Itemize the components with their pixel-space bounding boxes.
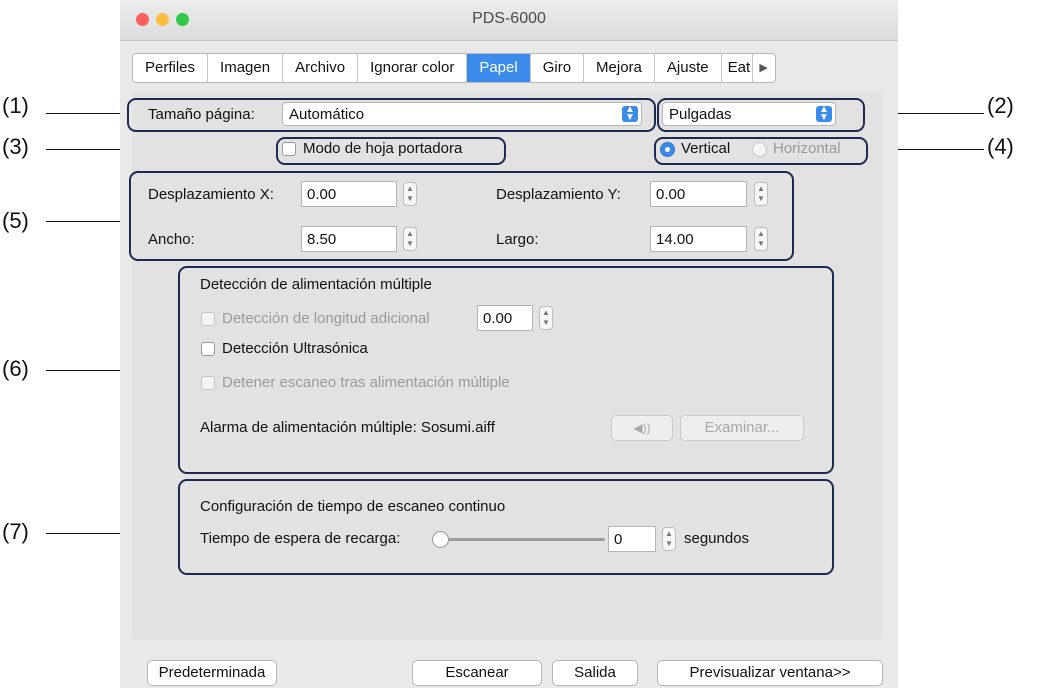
callout-5-line [46,221,129,222]
reload-label: Tiempo de espera de recarga: [200,530,401,547]
browse-button[interactable]: Examinar... [680,415,804,441]
tab-truncated[interactable]: Eat [722,54,753,82]
alarm-label: Alarma de alimentación múltiple: Sosumi.… [200,419,495,436]
tab-bar: Perfiles Imagen Archivo Ignorar color Pa… [132,53,776,83]
carrier-label: Modo de hoja portadora [303,140,463,157]
offset-x-label: Desplazamiento X: [148,186,274,203]
continuous-heading: Configuración de tiempo de escaneo conti… [200,498,506,515]
multifeed-group [178,266,834,474]
default-button[interactable]: Predeterminada [147,660,277,686]
tab-archivo[interactable]: Archivo [283,54,359,82]
exit-button[interactable]: Salida [552,660,638,686]
reload-stepper[interactable]: ▲ ▼ [662,527,676,551]
callout-4: (4) [987,134,1014,159]
chevron-updown-icon: ▲ ▼ [816,105,832,123]
horizontal-label: Horizontal [773,140,841,157]
length-stepper[interactable]: ▲ ▼ [754,227,768,251]
window-title: PDS-6000 [472,10,546,27]
tab-perfiles[interactable]: Perfiles [133,54,209,82]
tab-ignorar-color[interactable]: Ignorar color [358,54,468,82]
page-size-value: Automático [289,106,365,123]
chevron-updown-icon: ▲ ▼ [622,105,638,123]
callout-7: (7) [2,519,29,544]
ultrasonic-label: Detección Ultrasónica [222,340,368,357]
tab-giro[interactable]: Giro [531,54,585,82]
tab-imagen[interactable]: Imagen [208,54,284,82]
callout-3: (3) [2,134,29,159]
scan-button[interactable]: Escanear [412,660,542,686]
length-field[interactable]: 14.00 [650,226,747,252]
tab-scroll-right-icon[interactable]: ▶ [753,54,775,82]
reload-field[interactable]: 0 [608,526,656,552]
width-label: Ancho: [148,231,195,248]
ultrasonic-checkbox[interactable] [201,342,215,356]
play-sound-button[interactable]: ◀)) [611,415,673,441]
offset-y-stepper[interactable]: ▲ ▼ [754,182,768,206]
callout-6: (6) [2,356,29,381]
callout-1-line [46,113,127,114]
stop-scan-label: Detener escaneo tras alimentación múltip… [222,374,510,391]
reload-slider-track[interactable] [440,538,605,541]
preview-window-button[interactable]: Previsualizar ventana>> [657,660,883,686]
callout-5: (5) [2,208,29,233]
tab-papel[interactable]: Papel [467,54,531,82]
offset-x-stepper[interactable]: ▲ ▼ [403,182,417,206]
extra-length-stepper[interactable]: ▲ ▼ [539,306,553,330]
horizontal-radio[interactable] [752,142,767,157]
title-bar[interactable]: PDS-6000 [120,0,898,41]
tab-ajuste[interactable]: Ajuste [655,54,722,82]
extra-length-field[interactable]: 0.00 [477,305,533,331]
callout-2: (2) [987,93,1014,118]
radio-dot-icon [665,147,670,152]
multifeed-heading: Detección de alimentación múltiple [200,276,432,293]
tab-mejora[interactable]: Mejora [584,54,655,82]
continuous-group [178,479,834,575]
offset-y-field[interactable]: 0.00 [650,181,747,207]
extra-length-label: Detección de longitud adicional [222,310,430,327]
width-field[interactable]: 8.50 [301,226,397,252]
vertical-radio[interactable] [660,142,675,157]
length-label: Largo: [496,231,539,248]
reload-slider-knob[interactable] [432,531,449,548]
offset-x-field[interactable]: 0.00 [301,181,397,207]
stop-scan-checkbox[interactable] [201,376,215,390]
page-size-label: Tamaño página: [148,106,255,123]
carrier-checkbox[interactable] [282,142,296,156]
width-stepper[interactable]: ▲ ▼ [403,227,417,251]
page-size-select[interactable]: Automático ▲ ▼ [282,102,642,126]
callout-1: (1) [2,93,29,118]
units-select[interactable]: Pulgadas ▲ ▼ [662,102,836,126]
extra-length-checkbox[interactable] [201,312,215,326]
seconds-label: segundos [684,530,750,547]
offset-y-label: Desplazamiento Y: [496,186,621,203]
units-value: Pulgadas [669,106,732,123]
scanner-settings-window: PDS-6000 Perfiles Imagen Archivo Ignorar… [120,0,898,688]
vertical-label: Vertical [681,140,731,157]
speaker-icon: ◀)) [633,421,651,435]
